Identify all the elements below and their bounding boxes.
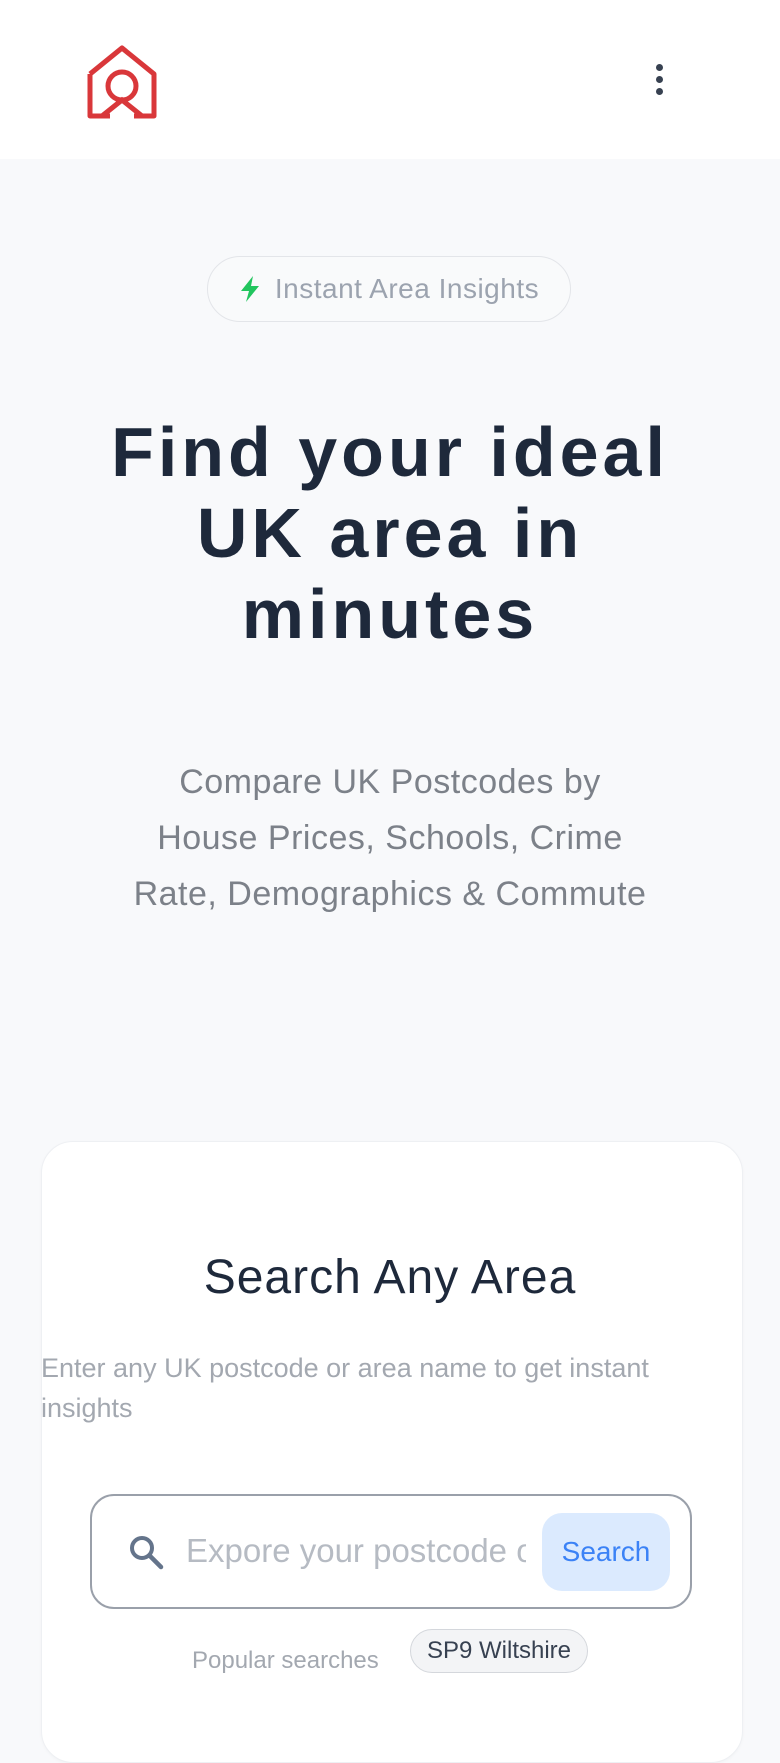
instant-insights-badge: Instant Area Insights: [207, 256, 571, 322]
hero-title: Find your ideal UK area in minutes: [111, 413, 669, 653]
hero-subtitle: Compare UK Postcodes by House Prices, Sc…: [133, 763, 647, 913]
vertical-dots-menu-icon[interactable]: [640, 56, 678, 102]
popular-searches-label: Popular searches: [192, 1647, 379, 1674]
search-button[interactable]: Search: [542, 1513, 670, 1591]
menu-dot: [655, 63, 663, 71]
search-bar: Search: [90, 1494, 692, 1609]
search-input[interactable]: [186, 1520, 526, 1582]
house-location-logo-icon[interactable]: [86, 44, 158, 120]
badge-label: Instant Area Insights: [274, 273, 540, 304]
lightning-bolt-icon: [240, 276, 259, 302]
popular-search-chip[interactable]: SP9 Wiltshire: [410, 1629, 588, 1673]
menu-dot: [655, 75, 663, 83]
search-card-description: Enter any UK postcode or area name to ge…: [41, 1353, 649, 1423]
search-card: [41, 1141, 743, 1763]
menu-dot: [655, 87, 663, 95]
top-header: [0, 0, 780, 159]
search-card-title: Search Any Area: [203, 1251, 577, 1304]
search-icon: [130, 1536, 164, 1570]
